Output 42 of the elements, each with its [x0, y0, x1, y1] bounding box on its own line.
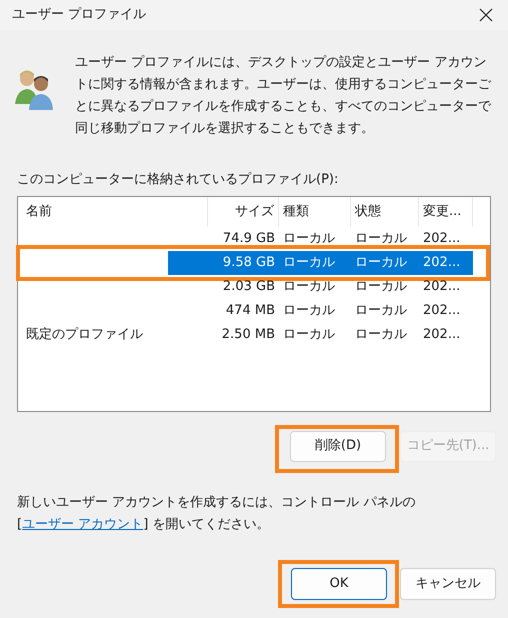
table-cell: 9.58 GB [222, 254, 275, 270]
table-row[interactable]: 474 MB ローカル ローカル 202... [168, 298, 473, 322]
column-header[interactable]: 名前 [18, 196, 208, 226]
table-cell: ローカル [283, 302, 335, 318]
profile-list[interactable]: 名前 サイズ 種類 状態 変更... 74.9 GB ローカル ローカル 202... 9.58 GB ローカル ローカル 202... 2.03 GB ローカル ローカル 202... 474 MB ローカル ローカル 202... 既定のプロファイル 2.50 MB ローカル ローカル 202... [17, 196, 491, 412]
table-cell: 202... [423, 326, 460, 342]
table-cell: ローカル [283, 278, 335, 294]
table-cell: 202... [423, 230, 460, 246]
table-row[interactable]: 2.03 GB ローカル ローカル 202... [168, 274, 473, 298]
column-header[interactable]: 種類 [279, 196, 351, 226]
table-cell: ローカル [283, 254, 335, 270]
column-header[interactable]: サイズ [208, 196, 279, 226]
table-row[interactable]: 9.58 GB ローカル ローカル 202... [168, 250, 473, 274]
column-header[interactable]: 状態 [351, 196, 419, 226]
table-cell: ローカル [283, 230, 335, 246]
table-cell: ローカル [283, 326, 335, 342]
table-cell: ローカル [355, 326, 407, 342]
table-cell: 既定のプロファイル [26, 326, 143, 342]
delete-button[interactable]: 削除(D) [290, 430, 386, 462]
table-cell: ローカル [355, 302, 407, 318]
column-header[interactable]: 変更... [419, 196, 473, 226]
table-cell: 2.03 GB [222, 278, 275, 294]
table-cell: 202... [423, 254, 460, 270]
close-icon [479, 8, 493, 22]
table-cell: ローカル [355, 278, 407, 294]
footer-text: 新しいユーザー アカウントを作成するには、コントロール パネルの [ユーザー アカウント] を開いてください。 [16, 494, 416, 534]
user-accounts-link[interactable]: ユーザー アカウント [22, 516, 144, 532]
ok-button[interactable]: OK [291, 568, 387, 600]
table-cell: ローカル [355, 230, 407, 246]
table-cell: 474 MB [226, 302, 275, 318]
table-cell: 202... [423, 302, 460, 318]
table-cell: ローカル [355, 254, 407, 270]
table-row[interactable]: 2.50 MB ローカル ローカル 202... [168, 322, 473, 346]
window-title: ユーザー プロファイル [12, 6, 146, 24]
cancel-button[interactable]: キャンセル [400, 568, 496, 600]
list-label: このコンピューターに格納されているプロファイル(P): [17, 171, 340, 189]
users-icon [15, 68, 55, 110]
description-text: ユーザー プロファイルには、デスクトップの設定とユーザー アカウントに関する情報が含まれます。ユーザーは、使用するコンピューターごとに異なるプロファイルを作成することも、すべてのコンピューターで同じ移動プロファイルを選択することもできます。 [75, 54, 492, 138]
table-cell: 2.50 MB [222, 326, 275, 342]
table-cell: 202... [423, 278, 460, 294]
table-row[interactable]: 74.9 GB ローカル ローカル 202... [168, 226, 473, 250]
table-cell: 74.9 GB [222, 230, 275, 246]
